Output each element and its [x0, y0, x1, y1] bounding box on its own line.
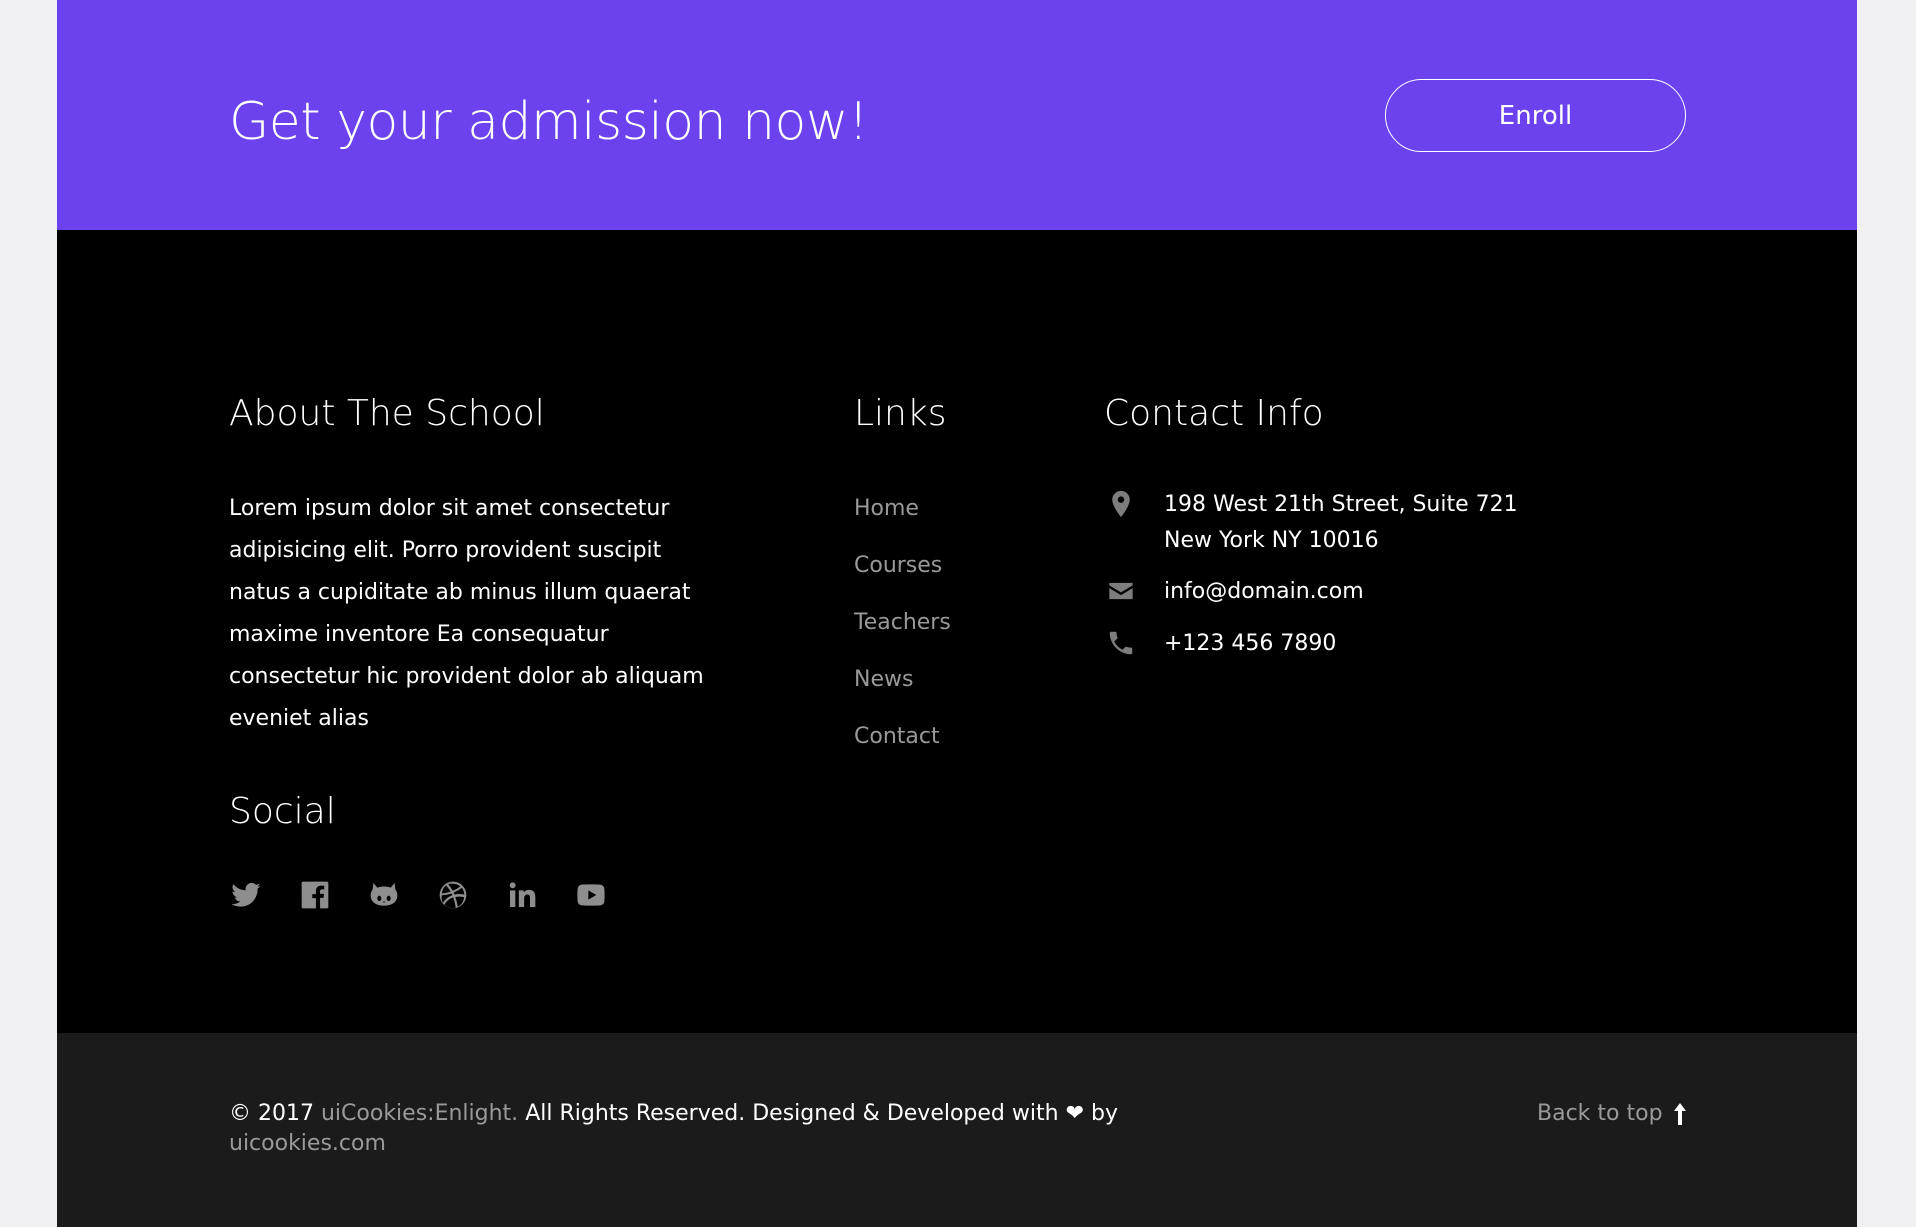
contact-address: 198 West 21th Street, Suite 721 New York…: [1104, 487, 1544, 559]
banner-title: Get your admission now!: [229, 92, 869, 152]
twitter-icon[interactable]: [229, 878, 262, 911]
list-item: News: [854, 659, 951, 716]
admission-banner: Get your admission now! Enroll: [57, 0, 1857, 230]
envelope-icon: [1104, 574, 1138, 608]
list-item: Contact: [854, 716, 951, 773]
link-home[interactable]: Home: [854, 496, 919, 521]
links-heading: Links: [854, 393, 947, 434]
list-item: Courses: [854, 545, 951, 602]
about-text: Lorem ipsum dolor sit amet consectetur a…: [229, 496, 704, 731]
phone-text[interactable]: +123 456 7890: [1164, 626, 1544, 662]
copyright-by: by: [1091, 1101, 1118, 1126]
heart-icon: ❤: [1065, 1101, 1084, 1126]
contact-phone: +123 456 7890: [1104, 626, 1544, 662]
youtube-icon[interactable]: [574, 878, 607, 911]
email-text[interactable]: info@domain.com: [1164, 574, 1544, 610]
link-teachers[interactable]: Teachers: [854, 610, 951, 635]
social-heading: Social: [229, 791, 336, 832]
link-courses[interactable]: Courses: [854, 553, 942, 578]
copyright-text: © 2017 uiCookies:Enlight. All Rights Res…: [229, 1099, 1129, 1159]
enroll-button[interactable]: Enroll: [1385, 79, 1686, 152]
copyright-middle: All Rights Reserved. Designed & Develope…: [525, 1101, 1059, 1126]
map-marker-icon: [1104, 487, 1138, 521]
link-news[interactable]: News: [854, 667, 913, 692]
list-item: Home: [854, 488, 951, 545]
copyright-bar: © 2017 uiCookies:Enlight. All Rights Res…: [57, 1033, 1857, 1227]
copyright-year: © 2017: [229, 1101, 314, 1126]
linkedin-icon[interactable]: [505, 878, 538, 911]
address-text: 198 West 21th Street, Suite 721 New York…: [1164, 492, 1518, 553]
footer: About The School Lorem ipsum dolor sit a…: [57, 230, 1857, 1033]
footer-links: Home Courses Teachers News Contact: [854, 488, 951, 773]
github-icon[interactable]: [367, 878, 400, 911]
phone-icon: [1104, 626, 1138, 660]
brand-link[interactable]: uiCookies:Enlight.: [321, 1101, 518, 1126]
list-item: Teachers: [854, 602, 951, 659]
contact-email: info@domain.com: [1104, 574, 1544, 610]
social-icons: [229, 878, 607, 911]
site-link[interactable]: uicookies.com: [229, 1131, 386, 1156]
back-to-top-link[interactable]: Back to top: [1537, 1099, 1687, 1129]
back-to-top-label: Back to top: [1537, 1101, 1663, 1126]
link-contact[interactable]: Contact: [854, 724, 940, 749]
facebook-icon[interactable]: [298, 878, 331, 911]
arrow-up-icon: [1673, 1103, 1686, 1125]
dribbble-icon[interactable]: [436, 878, 469, 911]
about-heading: About The School: [229, 393, 545, 434]
contact-heading: Contact Info: [1104, 393, 1324, 434]
page: Get your admission now! Enroll About The…: [57, 0, 1857, 1227]
